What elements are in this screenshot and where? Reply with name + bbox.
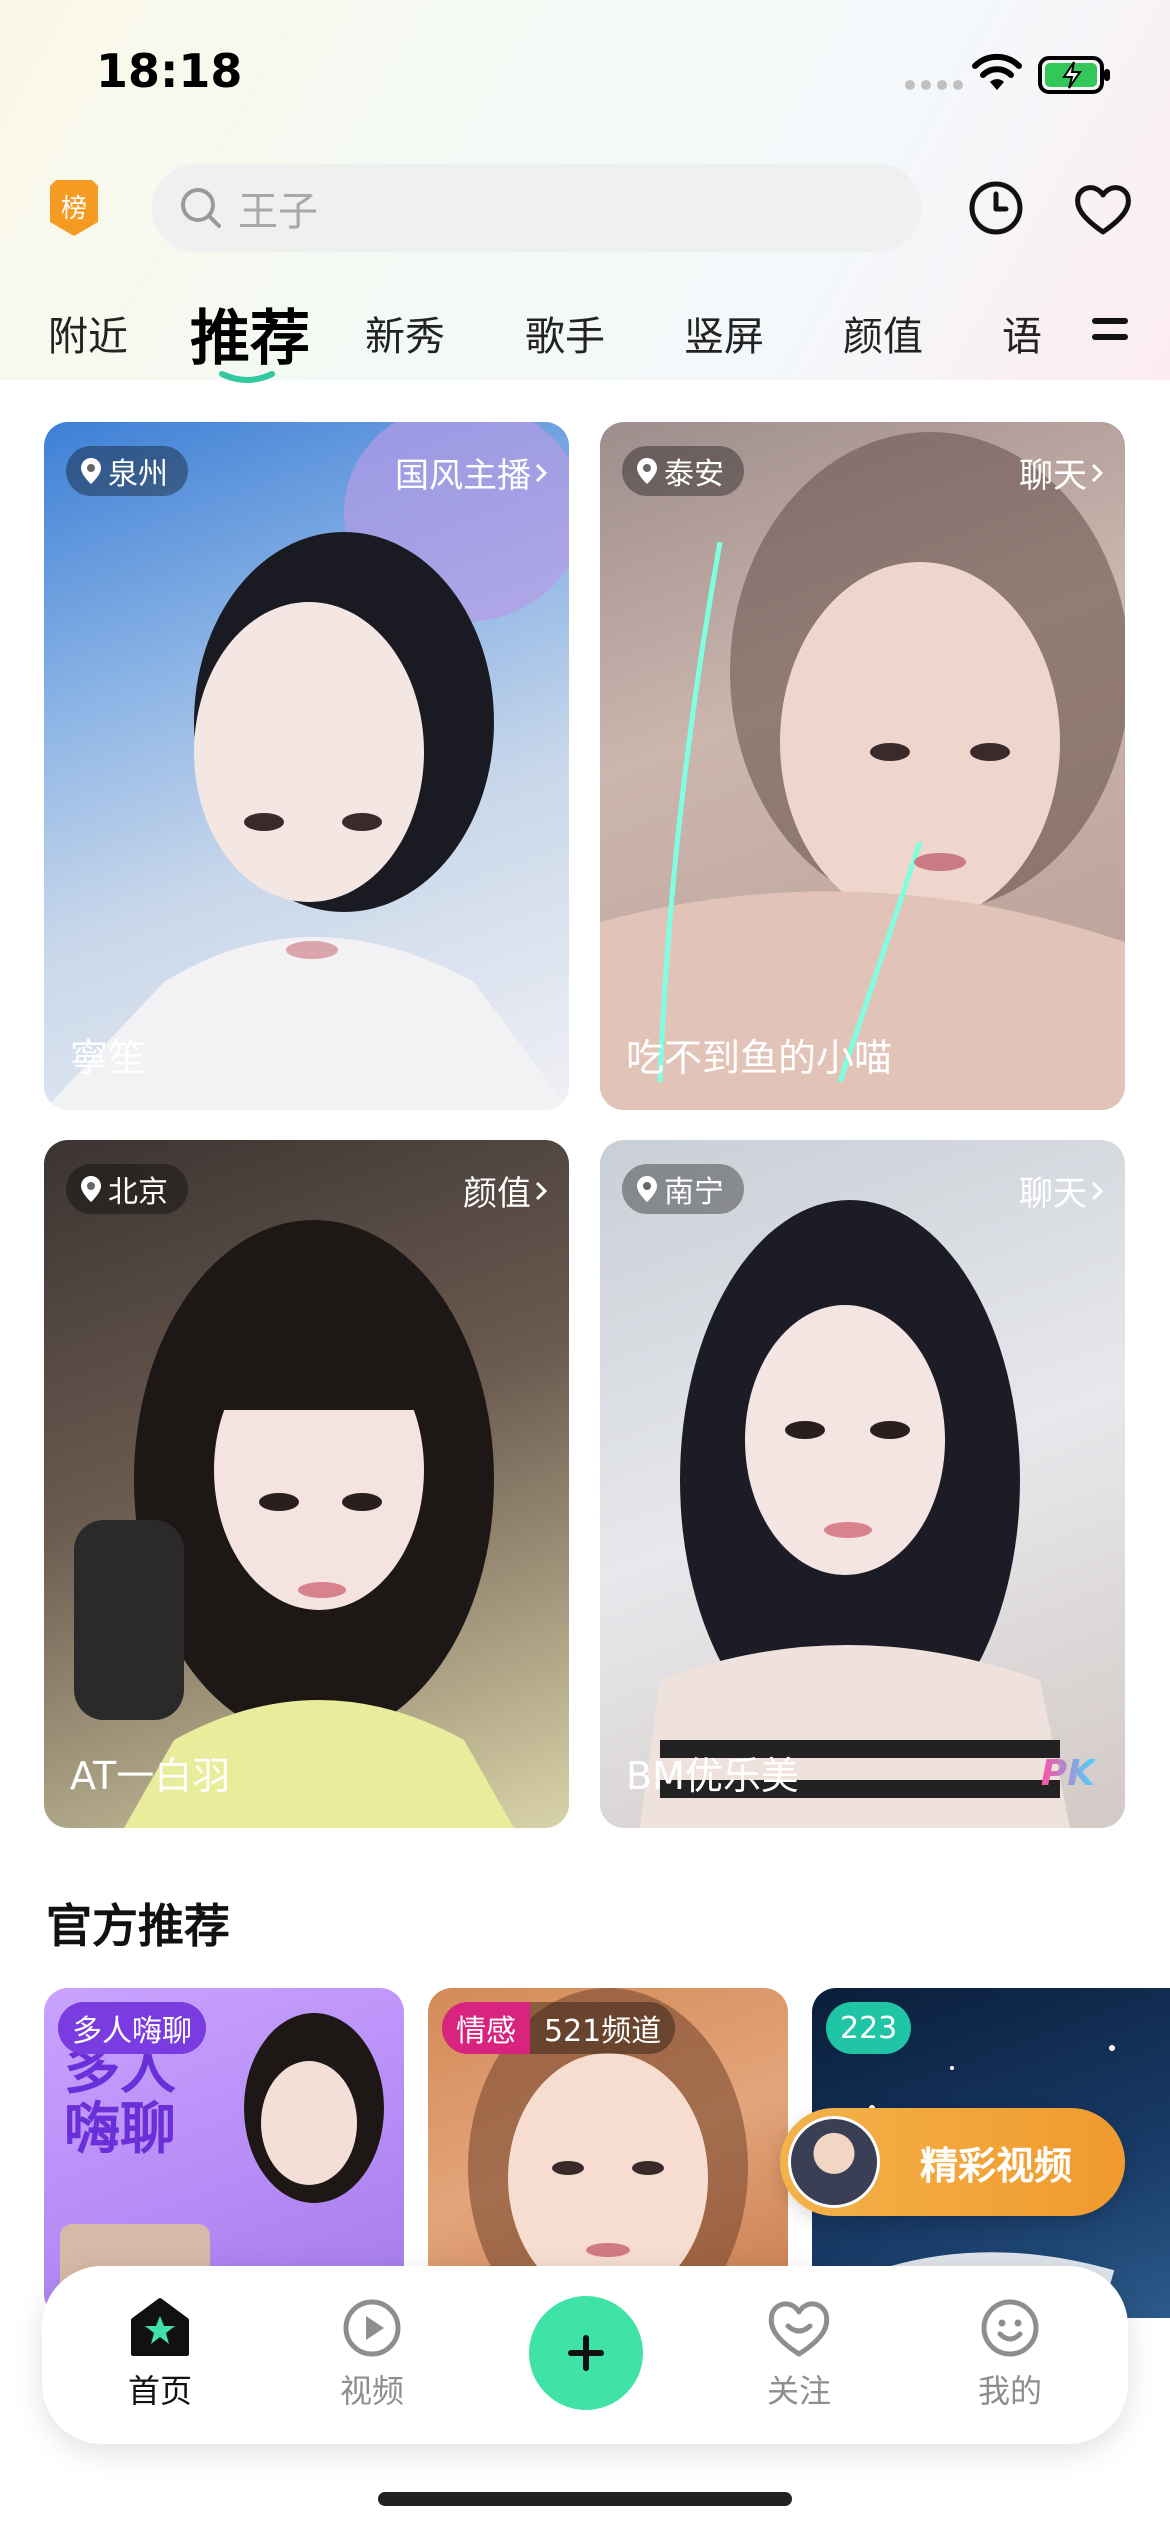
nav-video[interactable]: 视频 xyxy=(307,2296,437,2412)
home-indicator xyxy=(378,2492,792,2506)
home-icon xyxy=(131,2298,189,2356)
tab-new-talent[interactable]: 新秀 xyxy=(365,304,445,362)
nav-profile[interactable]: 我的 xyxy=(945,2296,1075,2412)
status-time: 18:18 xyxy=(96,44,243,98)
recommend-badge: 多人嗨聊 xyxy=(58,2002,206,2054)
chevron-right-icon xyxy=(1091,1181,1104,1200)
create-button[interactable] xyxy=(529,2296,643,2410)
follow-heart-icon xyxy=(768,2301,830,2357)
card-thumbnail xyxy=(600,432,1125,1110)
bottom-navigation: 首页 视频 关注 我的 xyxy=(42,2266,1128,2444)
streamer-name: 吃不到鱼的小喵 xyxy=(626,1036,893,1080)
search-icon xyxy=(181,188,221,228)
wifi-icon xyxy=(972,53,1022,90)
category-link[interactable]: 国风主播 xyxy=(395,448,551,497)
tab-vertical[interactable]: 竖屏 xyxy=(684,304,764,362)
featured-video-button[interactable]: 精彩视频 xyxy=(780,2108,1125,2216)
profile-smile-icon xyxy=(981,2299,1039,2357)
location-tag: 南宁 xyxy=(622,1164,744,1214)
location-pin-icon xyxy=(637,1176,657,1202)
history-clock-icon[interactable] xyxy=(966,178,1026,238)
video-play-icon xyxy=(343,2299,401,2357)
location-pin-icon xyxy=(81,458,101,484)
location-pin-icon xyxy=(81,1176,101,1202)
tab-nearby[interactable]: 附近 xyxy=(48,304,128,362)
favorite-heart-icon[interactable] xyxy=(1072,180,1134,238)
streamer-name: 寧笙 xyxy=(70,1036,147,1080)
tab-recommend[interactable]: 推荐 xyxy=(190,290,310,377)
status-bar: 18:18 xyxy=(0,0,1170,140)
category-tabs: 附近 推荐 新秀 歌手 竖屏 颜值 语 xyxy=(0,290,1100,390)
category-link[interactable]: 聊天 xyxy=(1019,448,1107,497)
streamer-name: BM优乐美 xyxy=(626,1754,799,1798)
tab-singer[interactable]: 歌手 xyxy=(525,304,605,362)
tab-voice[interactable]: 语 xyxy=(1002,304,1042,362)
category-link[interactable]: 聊天 xyxy=(1019,1166,1107,1215)
card-thumbnail xyxy=(640,1200,1070,1828)
live-card[interactable]: 北京 颜值 AT一白羽 xyxy=(44,1140,569,1828)
plus-icon xyxy=(568,2335,604,2371)
recommend-badge: 情感 521频道 xyxy=(442,2002,676,2054)
card-thumbnail xyxy=(44,422,569,1110)
chevron-right-icon xyxy=(1091,463,1104,482)
nav-follow[interactable]: 关注 xyxy=(734,2296,864,2412)
pk-badge: PK xyxy=(1040,1753,1095,1794)
rank-badge-icon[interactable]: 榜 xyxy=(46,180,102,238)
live-card[interactable]: 泉州 国风主播 寧笙 xyxy=(44,422,569,1110)
category-link[interactable]: 颜值 xyxy=(463,1166,551,1215)
tab-active-indicator xyxy=(219,371,275,383)
nav-home[interactable]: 首页 xyxy=(95,2296,225,2412)
location-tag: 泉州 xyxy=(66,446,188,496)
search-bar[interactable]: 王子 xyxy=(152,164,922,252)
search-placeholder: 王子 xyxy=(238,189,318,235)
location-tag: 北京 xyxy=(66,1164,188,1214)
overlay-title-line-2: 嗨聊 xyxy=(64,2097,176,2162)
chevron-right-icon xyxy=(535,1181,548,1200)
card-thumbnail xyxy=(74,1220,514,1828)
tab-menu-icon[interactable] xyxy=(1090,314,1130,346)
tab-looks[interactable]: 颜值 xyxy=(843,304,923,362)
live-card[interactable]: 南宁 聊天 BM优乐美 PK xyxy=(600,1140,1125,1828)
svg-text:榜: 榜 xyxy=(61,194,87,224)
location-pin-icon xyxy=(637,458,657,484)
live-card[interactable]: 泰安 聊天 吃不到鱼的小喵 xyxy=(600,422,1125,1110)
cellular-signal-icon xyxy=(905,80,963,90)
location-tag: 泰安 xyxy=(622,446,744,496)
recommend-badge: 223 xyxy=(826,2002,912,2054)
avatar xyxy=(788,2116,880,2208)
chevron-right-icon xyxy=(535,463,548,482)
section-title: 官方推荐 xyxy=(46,1899,230,1953)
streamer-name: AT一白羽 xyxy=(70,1754,231,1798)
battery-charging-icon xyxy=(1038,56,1110,94)
